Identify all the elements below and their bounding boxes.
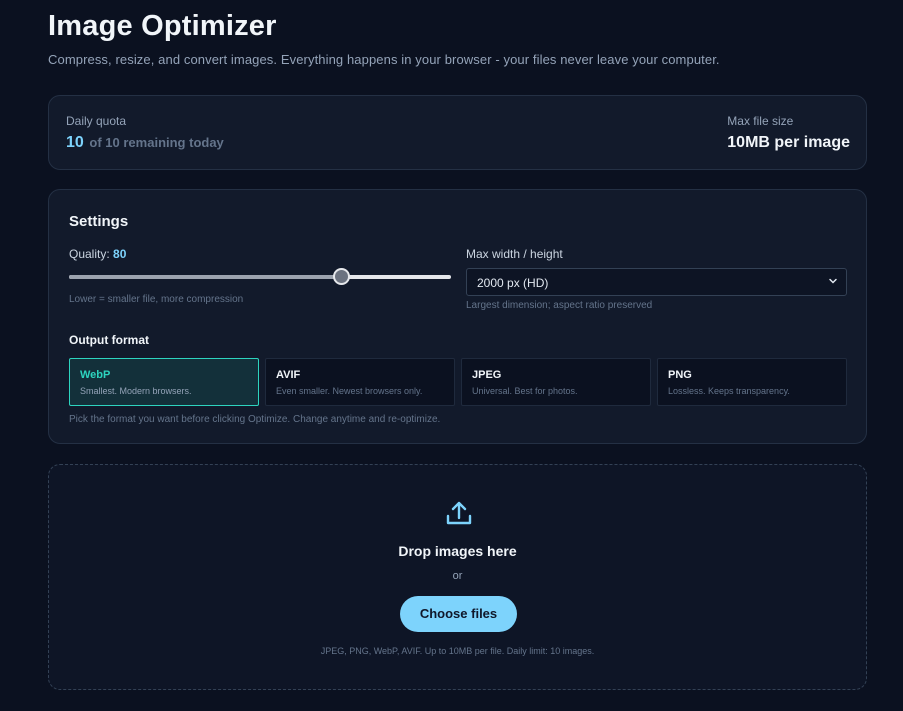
settings-title: Settings [69, 213, 129, 230]
max-dimension-selected: 2000 px (HD) [477, 276, 549, 290]
max-dimension-hint: Largest dimension; aspect ratio preserve… [466, 300, 653, 311]
format-option-avif[interactable]: AVIF Even smaller. Newest browsers only. [265, 358, 455, 406]
quota-remaining-text: of 10 remaining today [89, 135, 224, 150]
page-subtitle: Compress, resize, and convert images. Ev… [48, 52, 720, 67]
format-hint: Pick the format you want before clicking… [69, 414, 441, 425]
page-title: Image Optimizer [48, 10, 277, 42]
daily-quota: Daily quota 10 of 10 remaining today [66, 114, 224, 152]
daily-quota-label: Daily quota [66, 114, 127, 128]
format-options: WebP Smallest. Modern browsers. AVIF Eve… [69, 358, 848, 406]
quality-slider[interactable] [69, 268, 451, 286]
quota-remaining-count: 10 [66, 134, 84, 151]
slider-fill [69, 275, 341, 279]
page: Image Optimizer Compress, resize, and co… [0, 0, 903, 711]
output-format-label: Output format [69, 333, 149, 347]
max-dimension-select[interactable]: 2000 px (HD) [466, 268, 847, 296]
upload-icon [444, 498, 474, 528]
max-file-size-label: Max file size [727, 114, 794, 128]
drop-title: Drop images here [398, 543, 517, 559]
slider-thumb[interactable] [333, 268, 350, 285]
max-dimension-label: Max width / height [466, 247, 563, 261]
choose-files-button[interactable]: Choose files [400, 596, 517, 632]
format-option-png[interactable]: PNG Lossless. Keeps transparency. [657, 358, 847, 406]
format-option-jpeg[interactable]: JPEG Universal. Best for photos. [461, 358, 651, 406]
settings-card: Settings Quality: 80 Lower = smaller fil… [48, 189, 867, 444]
drop-zone[interactable]: Drop images here or Choose files JPEG, P… [48, 464, 867, 690]
quota-card: Daily quota 10 of 10 remaining today Max… [48, 95, 867, 170]
drop-or: or [452, 570, 463, 582]
chevron-down-icon [828, 276, 838, 288]
max-file-size-value: 10MB per image [727, 134, 850, 151]
quality-label: Quality: 80 [69, 247, 127, 261]
quality-hint: Lower = smaller file, more compression [69, 294, 244, 305]
quality-value: 80 [113, 247, 127, 261]
drop-hint: JPEG, PNG, WebP, AVIF. Up to 10MB per fi… [320, 646, 595, 656]
max-file-size: Max file size 10MB per image [727, 114, 850, 152]
format-option-webp[interactable]: WebP Smallest. Modern browsers. [69, 358, 259, 406]
